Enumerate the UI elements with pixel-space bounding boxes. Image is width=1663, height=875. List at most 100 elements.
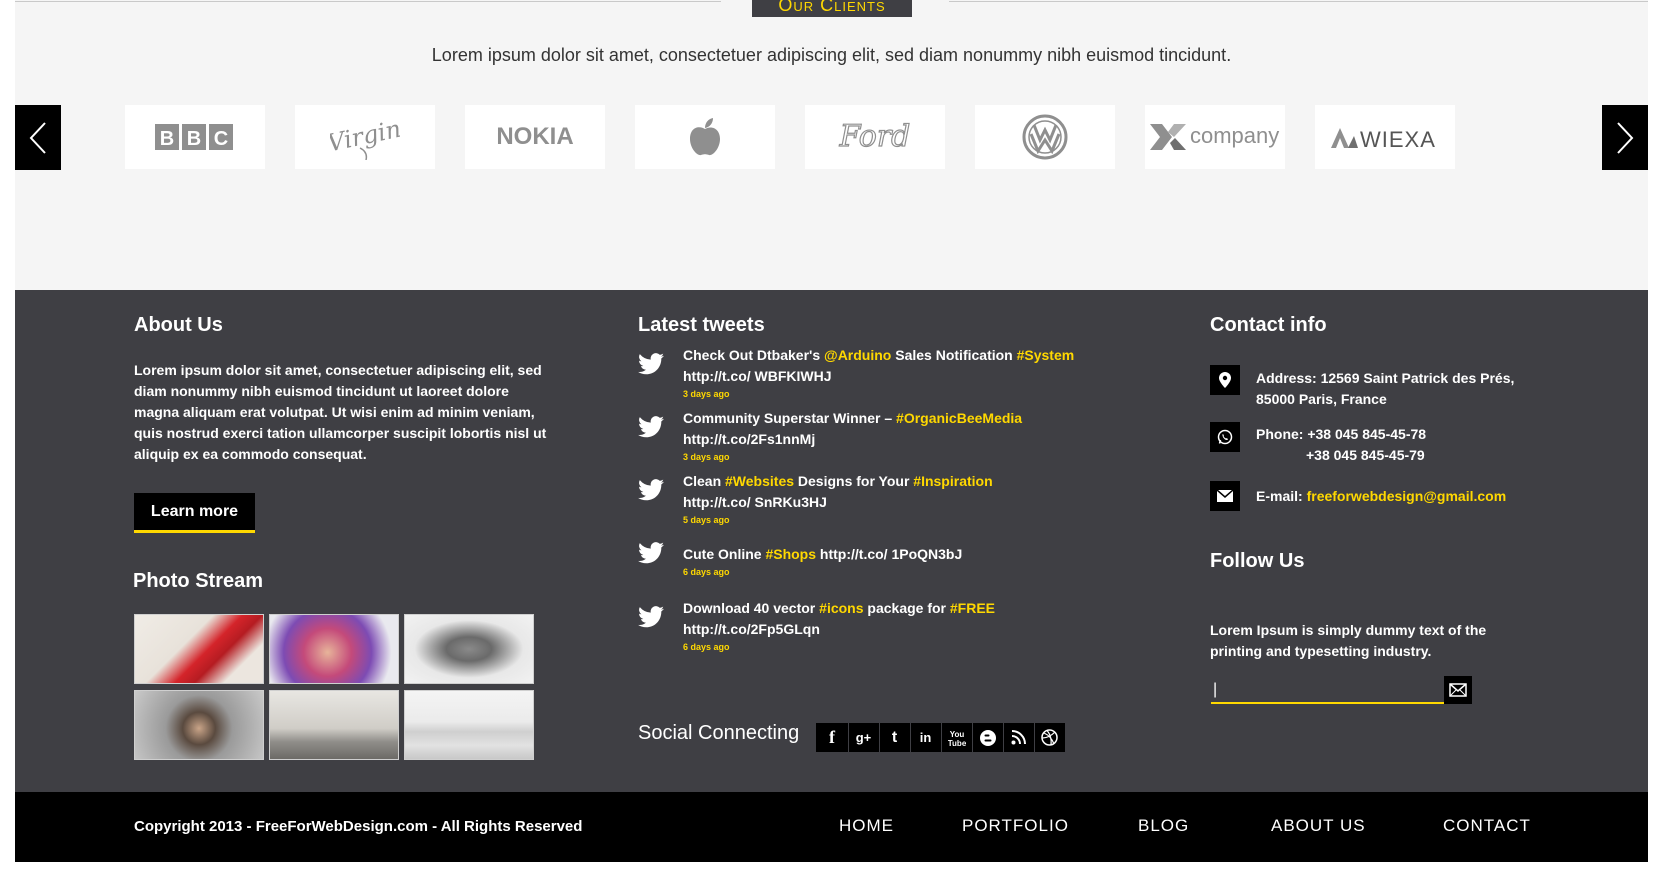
nav-home[interactable]: HOME — [839, 816, 894, 836]
tweet-time: 6 days ago — [683, 567, 730, 577]
tweet-text: Community Superstar Winner – #OrganicBee… — [683, 410, 1023, 447]
photo-thumb[interactable] — [269, 614, 399, 684]
tweet-link[interactable]: http://t.co/2Fs1nnMj — [683, 431, 815, 447]
tweet-time: 5 days ago — [683, 515, 730, 525]
blogger-icon[interactable] — [972, 723, 1002, 752]
svg-text:WIEXA: WIEXA — [1360, 127, 1436, 152]
chevron-left-icon — [29, 121, 46, 154]
photo-thumb[interactable] — [404, 690, 534, 760]
twitter-icon[interactable]: t — [879, 723, 909, 752]
email-link[interactable]: freeforwebdesign@gmail.com — [1307, 488, 1507, 504]
follow-us-title: Follow Us — [1210, 550, 1305, 572]
page: Our Clients Lorem ipsum dolor sit amet, … — [15, 0, 1648, 862]
dribbble-icon[interactable] — [1034, 723, 1064, 752]
facebook-icon[interactable]: f — [817, 723, 847, 752]
youtube-icon[interactable]: You Tube — [941, 723, 971, 752]
about-text: Lorem ipsum dolor sit amet, consectetuer… — [134, 362, 547, 462]
tweet-text: Download 40 vector #icons package for #F… — [683, 600, 996, 637]
client-logo-virgin[interactable]: Virgin — [295, 105, 435, 169]
svg-text:Tube: Tube — [948, 739, 966, 748]
divider — [949, 1, 1648, 2]
bottom-bar: Copyright 2013 - FreeForWebDesign.com - … — [15, 792, 1648, 862]
xcompany-logo: company — [1150, 123, 1279, 150]
photo-stream-title: Photo Stream — [133, 570, 264, 592]
tweet-text: Check Out Dtbaker's @Arduino Sales Notif… — [683, 347, 1075, 384]
photo-thumb[interactable] — [134, 614, 264, 684]
svg-text:B: B — [160, 128, 174, 150]
tweet-mention[interactable]: @Arduino — [824, 347, 891, 363]
client-logo-apple[interactable] — [635, 105, 775, 169]
tweet-link[interactable]: http://t.co/ WBFKIWHJ — [683, 368, 832, 384]
tweet-hashtag[interactable]: #System — [1017, 347, 1075, 363]
nav-about-us[interactable]: ABOUT US — [1271, 816, 1366, 836]
newsletter-email-input[interactable] — [1211, 678, 1444, 704]
client-logo-bbc[interactable]: B B C — [125, 105, 265, 169]
vw-logo — [1022, 114, 1068, 160]
follow-us-text: Lorem Ipsum is simply dummy text of the … — [1210, 622, 1487, 659]
carousel-next-button[interactable] — [1602, 105, 1648, 170]
google-plus-icon[interactable]: g+ — [848, 723, 878, 752]
client-logo-ford[interactable]: Ford — [805, 105, 945, 169]
nav-portfolio[interactable]: PORTFOLIO — [962, 816, 1069, 836]
wiexa-logo: WIEXA — [1331, 127, 1436, 152]
ford-logo: Ford — [838, 119, 911, 155]
client-logo-xcompany[interactable]: company — [1145, 105, 1285, 169]
tweet-hashtag[interactable]: #Inspiration — [913, 473, 992, 489]
nokia-logo: NOKIA — [496, 123, 574, 150]
svg-text:C: C — [214, 128, 228, 150]
social-icons: f g+ t in You Tube — [816, 723, 1065, 752]
twitter-bird-icon — [638, 479, 664, 501]
envelope-icon — [1210, 481, 1240, 511]
contact-address: Address: 12569 Saint Patrick des Prés, 85… — [1256, 370, 1515, 407]
learn-more-button[interactable]: Learn more — [134, 493, 255, 533]
twitter-bird-icon — [638, 416, 664, 438]
tweet-link[interactable]: http://t.co/ SnRKu3HJ — [683, 494, 827, 510]
photo-thumb[interactable] — [404, 614, 534, 684]
contact-email: E-mail: freeforwebdesign@gmail.com — [1256, 488, 1507, 504]
client-logo-nokia[interactable]: NOKIA — [465, 105, 605, 169]
apple-logo — [690, 118, 720, 156]
tweet-time: 6 days ago — [683, 642, 730, 652]
svg-text:Ford: Ford — [839, 119, 911, 154]
tweet-text: Clean #Websites Designs for Your #Inspir… — [683, 473, 993, 510]
clients-intro: Lorem ipsum dolor sit amet, consectetuer… — [431, 45, 1232, 65]
tweet-link[interactable]: http://t.co/2Fp5GLqn — [683, 621, 820, 637]
rss-icon[interactable] — [1003, 723, 1033, 752]
twitter-bird-icon — [638, 542, 664, 564]
client-logo-wiexa[interactable]: WIEXA — [1315, 105, 1455, 169]
about-title: About Us — [134, 314, 223, 336]
twitter-bird-icon — [638, 353, 664, 375]
divider — [15, 1, 721, 2]
footer: About Us Lorem ipsum dolor sit amet, con… — [15, 290, 1648, 792]
tweet-link[interactable]: http://t.co/ 1PoQN3bJ — [816, 546, 962, 562]
bbc-logo: B B C — [155, 124, 233, 150]
subscribe-button[interactable] — [1444, 676, 1472, 704]
copyright-text: Copyright 2013 - FreeForWebDesign.com - … — [134, 818, 583, 835]
tweet-time: 3 days ago — [683, 389, 730, 399]
latest-tweets-title: Latest tweets — [638, 314, 765, 336]
photo-thumb[interactable] — [269, 690, 399, 760]
tweet-hashtag[interactable]: #Shops — [765, 546, 816, 562]
nav-blog[interactable]: BLOG — [1138, 816, 1189, 836]
tweet-time: 3 days ago — [683, 452, 730, 462]
client-logo-vw[interactable] — [975, 105, 1115, 169]
map-pin-icon — [1210, 365, 1240, 395]
tweet-hashtag[interactable]: #Websites — [725, 473, 794, 489]
nav-contact[interactable]: CONTACT — [1443, 816, 1531, 836]
tweet-hashtag[interactable]: #FREE — [950, 600, 995, 616]
tweet-hashtag[interactable]: #icons — [819, 600, 863, 616]
clients-heading: Our Clients — [752, 0, 912, 17]
svg-text:You: You — [949, 730, 964, 739]
whatsapp-icon — [1210, 422, 1240, 452]
carousel-prev-button[interactable] — [15, 105, 61, 170]
photo-thumb[interactable] — [134, 690, 264, 760]
tweet-text: Cute Online #Shops http://t.co/ 1PoQN3bJ — [683, 546, 963, 562]
contact-phone: Phone: +38 045 845-45-78 +38 045 845-45-7… — [1256, 426, 1427, 463]
social-connecting-title: Social Connecting — [638, 722, 800, 744]
envelope-icon — [1449, 683, 1467, 697]
photo-stream — [134, 614, 536, 761]
tweet-hashtag[interactable]: #OrganicBeeMedia — [896, 410, 1022, 426]
svg-text:B: B — [187, 128, 201, 150]
linkedin-icon[interactable]: in — [910, 723, 940, 752]
twitter-bird-icon — [638, 606, 664, 628]
